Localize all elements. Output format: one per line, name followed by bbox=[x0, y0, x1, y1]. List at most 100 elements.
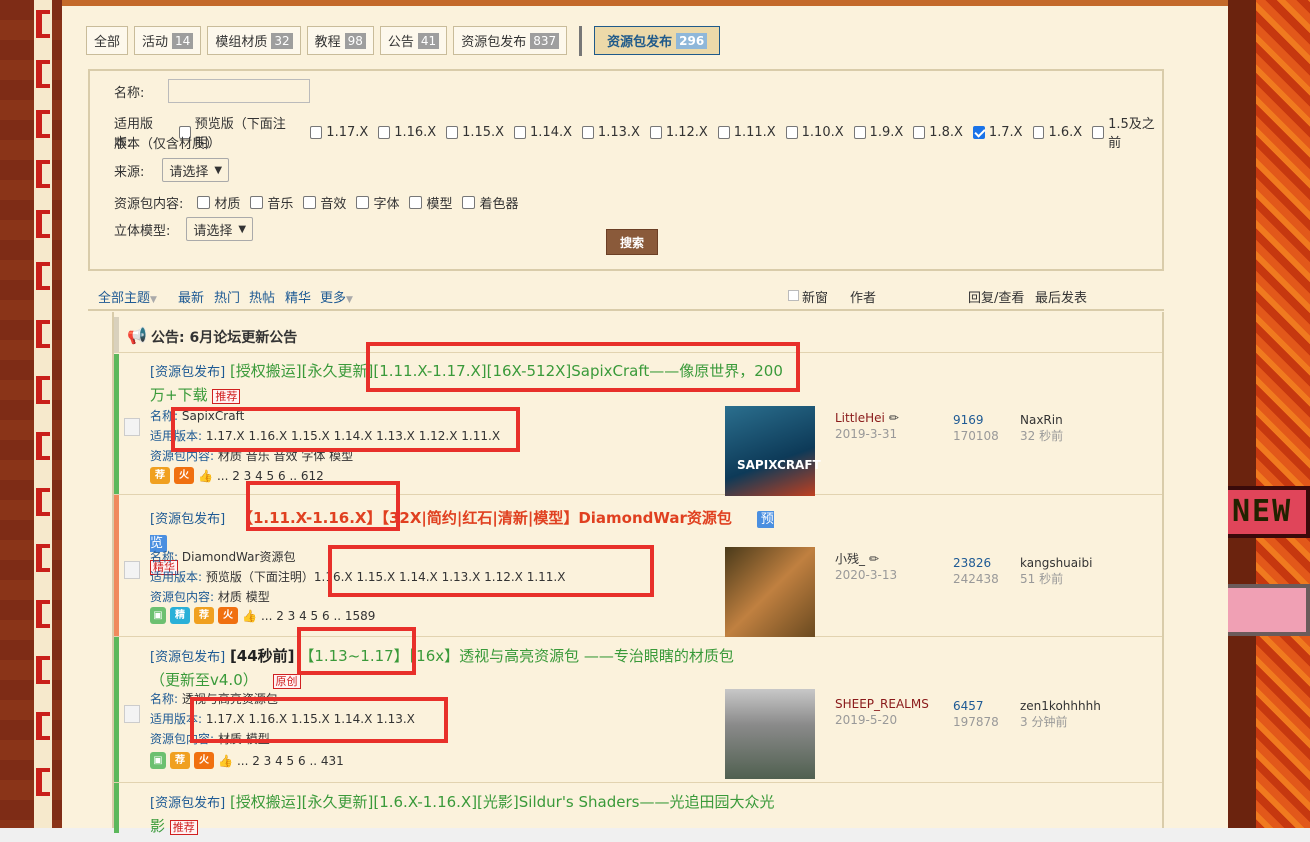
author-header: 作者 bbox=[850, 291, 877, 306]
last-post-cell: kangshuaibi 51 秒前 bbox=[1020, 556, 1093, 586]
document-icon bbox=[124, 705, 140, 723]
fire-icon: 火 bbox=[218, 607, 238, 624]
version-checkbox[interactable] bbox=[310, 125, 323, 139]
thread-row: [资源包发布] [授权搬运][永久更新][1.6.X-1.16.X][光影]Si… bbox=[114, 783, 1162, 835]
content-row: 资源包内容: 材质 音乐 音效 字体 模型 着色器 bbox=[114, 193, 518, 212]
content-checkbox[interactable] bbox=[303, 196, 317, 209]
stats-cell: 23826 242438 bbox=[953, 556, 999, 586]
last-post-header: 最后发表 bbox=[1035, 291, 1088, 306]
stats-cell: 9169 170108 bbox=[953, 413, 999, 443]
image-icon: ▣ bbox=[150, 607, 166, 624]
search-button[interactable]: 搜索 bbox=[606, 229, 658, 255]
tab-all[interactable]: 全部 bbox=[86, 26, 129, 55]
chevron-down-icon: ▼ bbox=[238, 223, 247, 235]
author-cell: LittleHei ✏ 2019-3-31 bbox=[835, 411, 899, 441]
highlight-box bbox=[297, 627, 416, 675]
chevron-down-icon: ▼ bbox=[346, 295, 353, 305]
source-select[interactable]: 请选择 ▼ bbox=[162, 158, 230, 182]
version-checkbox[interactable] bbox=[378, 125, 391, 139]
tab-tutorial[interactable]: 教程 98 bbox=[306, 26, 374, 55]
thumbs-up-icon: 👍 bbox=[242, 608, 257, 623]
chevron-down-icon: ▼ bbox=[150, 295, 157, 305]
pig-sign-decoration bbox=[1218, 584, 1310, 636]
tab-activity[interactable]: 活动 14 bbox=[134, 26, 202, 55]
source-label: 来源: bbox=[114, 164, 145, 180]
name-input[interactable] bbox=[168, 79, 311, 103]
content-checkbox[interactable] bbox=[409, 196, 423, 209]
name-row: 名称: bbox=[114, 79, 311, 103]
tab-resource-pack-active[interactable]: 资源包发布 296 bbox=[594, 26, 721, 55]
highlight-box bbox=[246, 481, 400, 531]
page-links[interactable]: ... 2 3 4 5 6 .. 431 bbox=[237, 754, 344, 768]
recommend-icon: 荐 bbox=[150, 467, 170, 484]
version-checkbox[interactable] bbox=[1032, 125, 1045, 139]
pencil-icon: ✏ bbox=[888, 411, 899, 425]
reply-view-header: 回复/查看 bbox=[968, 291, 1025, 306]
version-checkbox[interactable] bbox=[717, 125, 730, 139]
version-checkbox[interactable] bbox=[853, 125, 866, 139]
version-checkbox[interactable] bbox=[446, 125, 459, 139]
version-checkbox[interactable] bbox=[649, 125, 662, 139]
source-row: 来源: 请选择 ▼ bbox=[114, 158, 230, 182]
tab-count: 32 bbox=[271, 32, 293, 49]
author-name[interactable]: LittleHei bbox=[835, 411, 885, 425]
last-post-cell: zen1kohhhhh 3 分钟前 bbox=[1020, 699, 1101, 729]
version-checkbox[interactable] bbox=[913, 125, 926, 139]
announcement-title[interactable]: 6月论坛更新公告 bbox=[189, 330, 297, 346]
right-decoration bbox=[1228, 0, 1310, 842]
version-row: 适用版本: 预览版（下面注明） 1.17.X 1.16.X 1.15.X 1.1… bbox=[114, 113, 1162, 151]
recommend-icon: 荐 bbox=[194, 607, 214, 624]
image-icon: ▣ bbox=[150, 752, 166, 769]
filter-panel: 名称: 适用版本: 预览版（下面注明） 1.17.X 1.16.X 1.15.X… bbox=[88, 69, 1164, 271]
content-checkbox[interactable] bbox=[462, 196, 476, 209]
tab-count: 98 bbox=[344, 32, 366, 49]
version-checkbox[interactable] bbox=[1092, 125, 1105, 139]
document-icon bbox=[124, 561, 140, 579]
last-post-cell: NaxRin 32 秒前 bbox=[1020, 413, 1064, 443]
sort-digest[interactable]: 精华 bbox=[285, 287, 311, 306]
model-label: 立体模型: bbox=[114, 223, 171, 239]
new-window-checkbox[interactable] bbox=[788, 290, 799, 301]
sort-hot-post[interactable]: 热帖 bbox=[249, 287, 275, 306]
chevron-down-icon: ▼ bbox=[214, 164, 223, 176]
fire-icon: 火 bbox=[174, 467, 194, 484]
thumbs-up-icon: 👍 bbox=[218, 753, 233, 768]
sort-hot[interactable]: 热门 bbox=[214, 287, 240, 306]
thread-thumbnail[interactable]: SAPIXCRAFT bbox=[725, 406, 821, 496]
thread-title[interactable]: [资源包发布] [授权搬运][永久更新][1.6.X-1.16.X][光影]Si… bbox=[150, 791, 790, 839]
tab-count: 296 bbox=[676, 32, 708, 49]
thread-thumbnail[interactable] bbox=[725, 689, 815, 779]
fire-icon: 火 bbox=[194, 752, 214, 769]
original-badge: 原创 bbox=[272, 674, 301, 689]
tab-resource-pack[interactable]: 资源包发布 837 bbox=[453, 26, 568, 55]
highlight-box bbox=[328, 545, 654, 597]
tab-mod-texture[interactable]: 模组材质 32 bbox=[207, 26, 301, 55]
type-filter-tabs: 全部 活动 14 模组材质 32 教程 98 公告 41 资源包发布 837 资源包发布 2… bbox=[86, 26, 721, 56]
thread-icons: ▣ 荐 火 👍 ... 2 3 4 5 6 .. 431 bbox=[150, 752, 344, 769]
thread-thumbnail[interactable] bbox=[725, 547, 815, 637]
author-name[interactable]: SHEEP_REALMS bbox=[835, 697, 929, 711]
version-checkbox[interactable] bbox=[514, 125, 527, 139]
name-label: 名称: bbox=[114, 85, 145, 101]
thread-title[interactable]: [资源包发布] [44秒前] 【1.13~1.17】【16x】透视与高亮资源包 … bbox=[150, 645, 790, 693]
content-checkbox[interactable] bbox=[250, 196, 264, 209]
version-checkbox[interactable] bbox=[582, 125, 594, 139]
author-name[interactable]: 小残_ bbox=[835, 552, 865, 566]
tab-count: 837 bbox=[530, 32, 560, 49]
model-select[interactable]: 请选择 ▼ bbox=[186, 217, 254, 241]
highlight-box bbox=[171, 407, 520, 452]
thread-icons: ▣ 精 荐 火 👍 ... 2 3 4 5 6 .. 1589 bbox=[150, 607, 375, 624]
document-icon bbox=[124, 418, 140, 436]
version-checkbox-checked[interactable] bbox=[972, 125, 985, 139]
left-decoration bbox=[0, 0, 62, 842]
sort-more[interactable]: 更多▼ bbox=[320, 287, 353, 306]
sort-latest[interactable]: 最新 bbox=[178, 287, 204, 306]
content-checkbox[interactable] bbox=[197, 196, 211, 209]
version-label-2: 版本（仅含材质） bbox=[114, 137, 219, 152]
page-links[interactable]: ... 2 3 4 5 6 .. 1589 bbox=[261, 609, 376, 623]
tab-announcement[interactable]: 公告 41 bbox=[379, 26, 448, 55]
content-checkbox[interactable] bbox=[356, 196, 370, 209]
all-threads-link[interactable]: 全部主题▼ bbox=[98, 287, 157, 306]
version-checkbox[interactable] bbox=[785, 125, 798, 139]
tab-count: 14 bbox=[172, 32, 194, 49]
